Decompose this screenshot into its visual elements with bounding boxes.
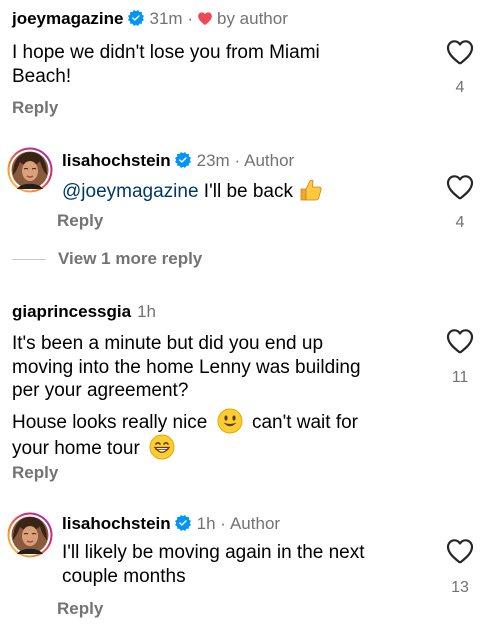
comment-meta: joeymagazine 31m · by author (12, 9, 288, 29)
comment-reply-lisahochstein: lisahochstein 1h · Author I'll likely be m… (0, 490, 500, 626)
comment-text: @joeymagazine I'll be back (62, 177, 324, 204)
avatar-image (7, 147, 53, 193)
username[interactable]: joeymagazine (12, 9, 124, 28)
like-count: 4 (455, 214, 465, 231)
like-count: 13 (451, 579, 469, 596)
comment-line: House looks really nice can't wait for (12, 408, 361, 435)
like-count: 4 (455, 79, 465, 96)
comment-joeymagazine: joeymagazine 31m · by author I hope we did… (0, 0, 500, 125)
comment-meta: lisahochstein 23m · Author (62, 151, 294, 171)
timestamp: 31m (149, 9, 183, 28)
reply-button[interactable]: Reply (57, 599, 103, 619)
comment-giaprincessgia: giaprincessgia 1h It's been a minute but … (0, 290, 500, 490)
comment-line: couple months (62, 565, 186, 587)
comment-line: It's been a minute but did you end up (12, 333, 324, 354)
comment-line-segment: can't wait for (251, 411, 358, 433)
reply-button[interactable]: Reply (12, 463, 58, 483)
like-count: 11 (451, 369, 469, 386)
comment-line: I'll likely be moving again in the next (62, 542, 365, 563)
reply-button[interactable]: Reply (12, 98, 58, 118)
comment-line: your home tour (12, 434, 361, 461)
liked-by-author-label: by author (216, 9, 288, 28)
comment-meta: lisahochstein 1h · Author (62, 514, 280, 534)
comment-text: I'll likely be moving again in the next … (62, 541, 365, 588)
separator: · (220, 514, 226, 533)
verified-badge-icon (128, 10, 144, 26)
mention-link[interactable]: @joeymagazine (62, 181, 199, 202)
separator: · (187, 9, 193, 28)
username[interactable]: giaprincessgia (12, 302, 131, 321)
username[interactable]: lisahochstein (62, 151, 171, 170)
comment-text: I hope we didn't lose you from Miami Bea… (12, 41, 320, 88)
comment-line: per your agreement? (12, 380, 189, 401)
view-more-divider (12, 258, 46, 260)
avatar-image (7, 512, 53, 558)
view-more-label: View 1 more reply (58, 249, 203, 268)
avatar[interactable] (7, 147, 53, 193)
verified-badge-icon (175, 515, 191, 531)
comment-line: Beach! (12, 65, 72, 87)
like-heart-icon[interactable] (446, 328, 474, 354)
username[interactable]: lisahochstein (62, 514, 171, 533)
reply-button[interactable]: Reply (57, 211, 103, 231)
comment-line-segment: your home tour (12, 438, 140, 459)
grinning-face-icon (149, 434, 175, 460)
comment-line-segment: House looks really nice (12, 411, 208, 433)
like-heart-icon[interactable] (446, 538, 474, 564)
comment-meta: giaprincessgia 1h (12, 302, 156, 322)
author-label: Author (229, 514, 281, 533)
thumbs-up-icon (298, 177, 324, 203)
view-more-replies-button[interactable]: View 1 more reply (12, 249, 202, 269)
avatar[interactable] (7, 512, 53, 558)
smiley-face-icon (217, 408, 243, 434)
liked-by-author-heart-icon (197, 11, 213, 26)
comment-reply-lisahochstein: lisahochstein 23m · Author @joeymagazine I… (0, 125, 500, 240)
timestamp: 1h (196, 514, 216, 533)
author-label: Author (244, 151, 295, 170)
comment-text: It's been a minute but did you end up mo… (12, 332, 361, 461)
comment-line: moving into the home Lenny was building (12, 356, 361, 378)
comment-line: I'll be back (198, 181, 293, 202)
timestamp: 23m (196, 151, 230, 170)
separator: · (234, 151, 241, 170)
verified-badge-icon (175, 152, 191, 168)
timestamp: 1h (137, 302, 156, 321)
like-heart-icon[interactable] (446, 174, 474, 200)
comment-line: I hope we didn't lose you from Miami (12, 42, 320, 63)
like-heart-icon[interactable] (446, 39, 474, 65)
